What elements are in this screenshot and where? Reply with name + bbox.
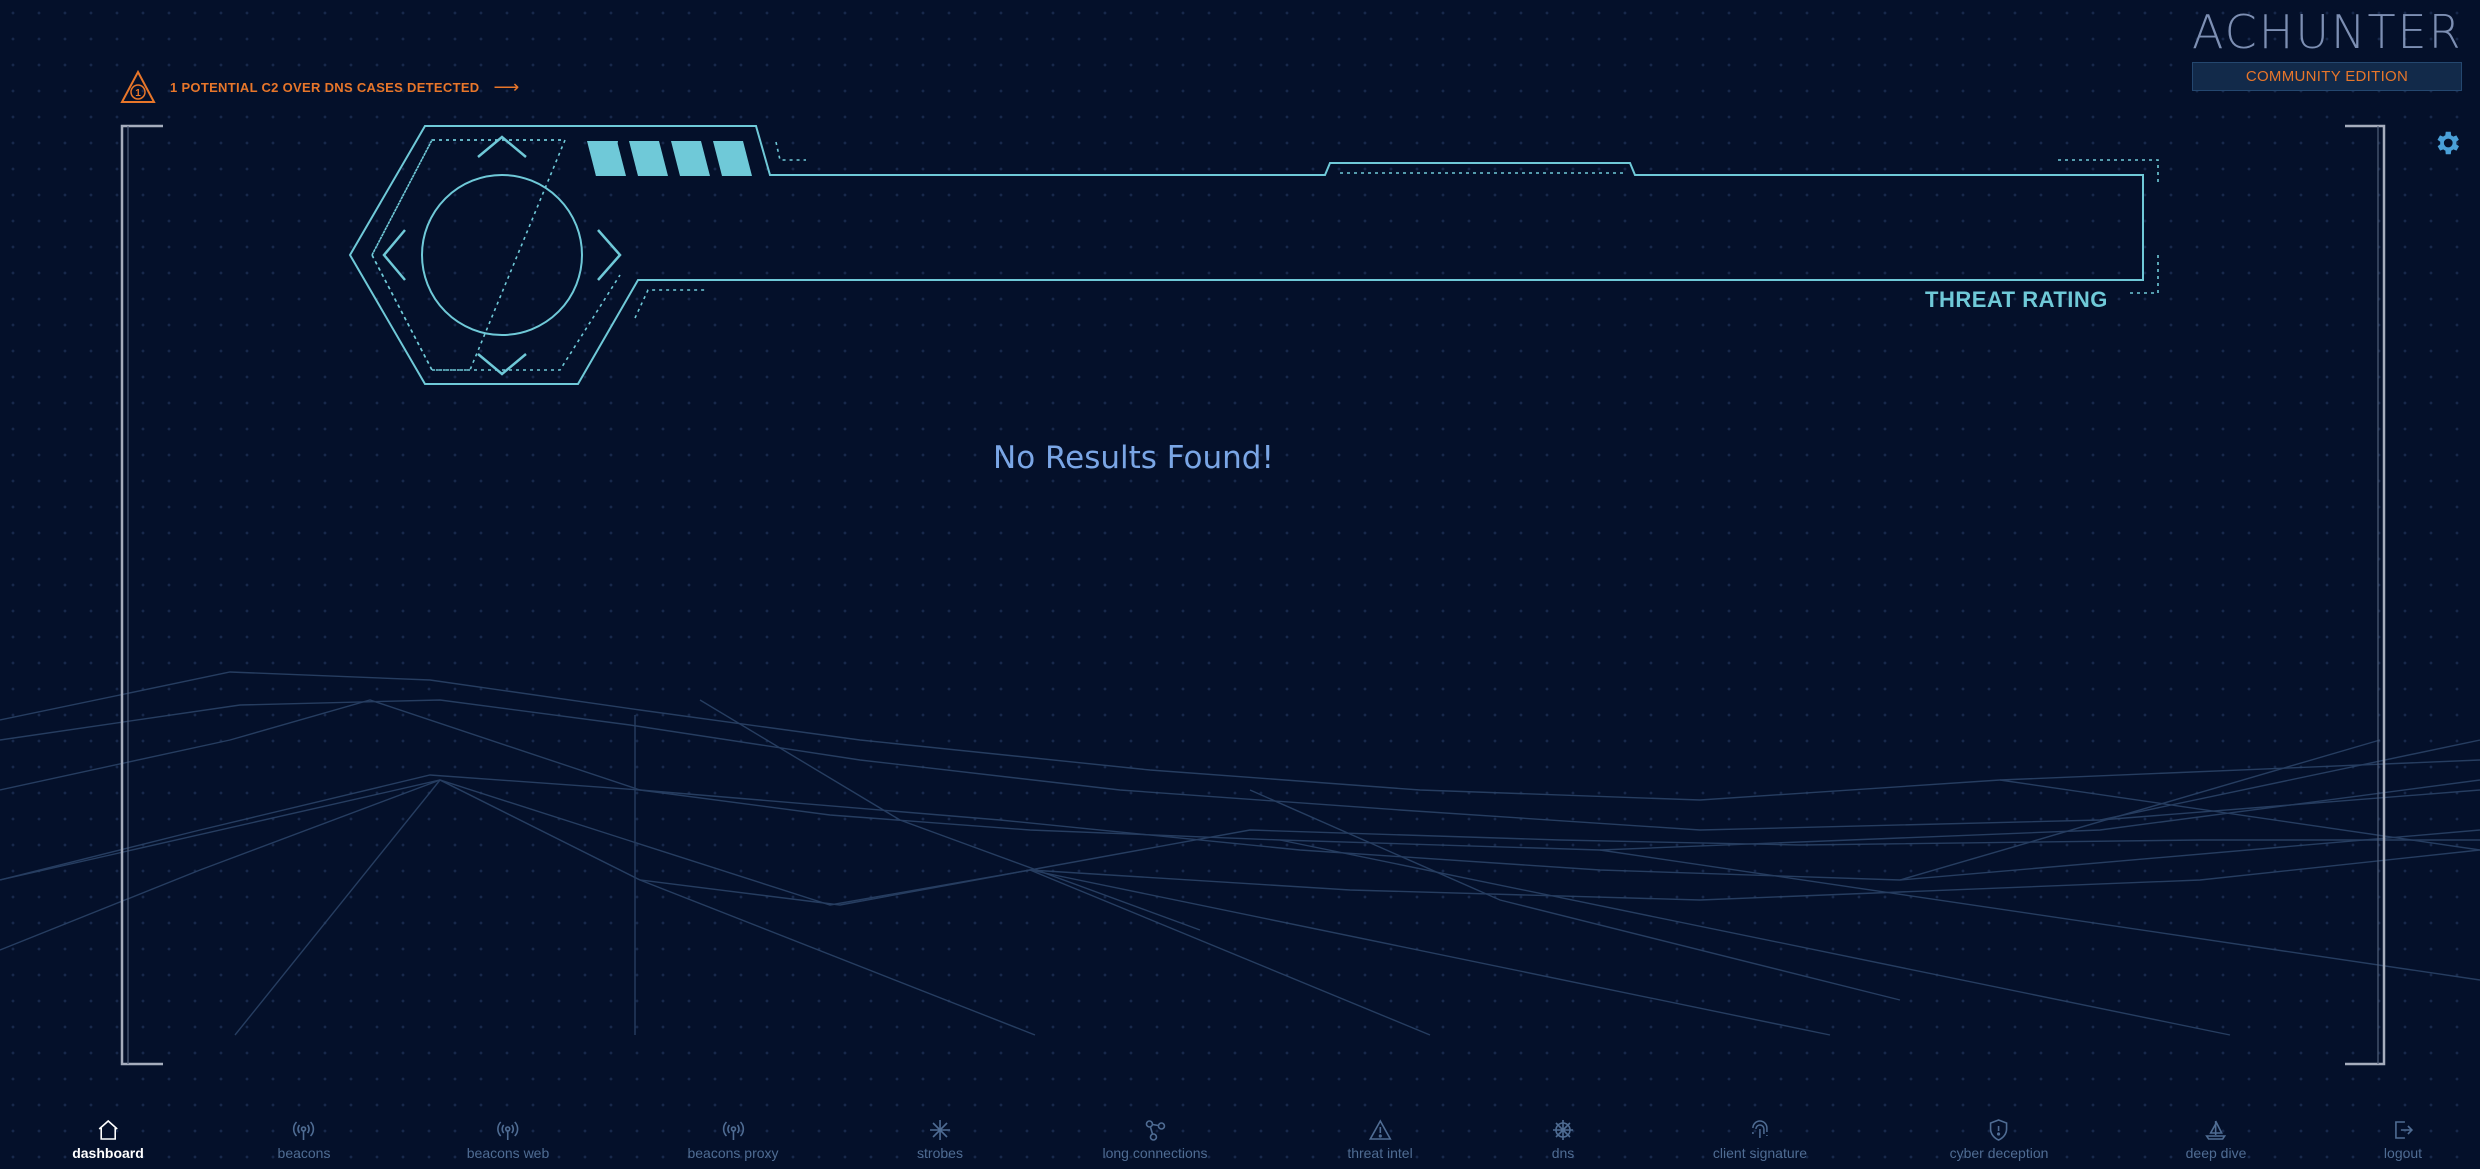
nav-threat-intel[interactable]: threat intel bbox=[1347, 1118, 1413, 1161]
broadcast-icon bbox=[293, 1121, 315, 1140]
logout-icon bbox=[2395, 1121, 2414, 1139]
burst-icon bbox=[929, 1120, 950, 1140]
empty-state-message: No Results Found! bbox=[993, 440, 1274, 476]
nav-client-signature[interactable]: client signature bbox=[1713, 1118, 1807, 1161]
nav-dashboard[interactable]: dashboard bbox=[72, 1118, 144, 1161]
bottom-navigation: dashboard beacons beacons web beacons pr… bbox=[0, 1109, 2480, 1169]
broadcast-icon bbox=[722, 1121, 744, 1140]
network-nodes-icon bbox=[1145, 1120, 1165, 1141]
threat-rating-label: THREAT RATING bbox=[1925, 287, 2108, 312]
nav-beacons-web[interactable]: beacons web bbox=[467, 1118, 549, 1161]
warning-triangle-icon bbox=[1368, 1119, 1392, 1140]
fingerprint-icon bbox=[1752, 1120, 1768, 1138]
nav-dns[interactable]: dns bbox=[1550, 1118, 1576, 1161]
globe-net-icon bbox=[1553, 1120, 1573, 1140]
c2-dns-alert[interactable]: 1 1 POTENTIAL C2 OVER DNS CASES DETECTED… bbox=[120, 70, 519, 104]
nav-beacons-proxy[interactable]: beacons proxy bbox=[687, 1118, 779, 1161]
ac-hunter-logo: AC HUNTER COMMUNITY EDITION bbox=[2192, 8, 2462, 91]
logo-right-text: HUNTER bbox=[2258, 5, 2463, 59]
svg-text:1: 1 bbox=[135, 88, 141, 99]
nav-deep-dive[interactable]: deep dive bbox=[2186, 1118, 2246, 1161]
nav-cyber-deception[interactable]: cyber deception bbox=[1950, 1118, 2048, 1161]
logo-left-text: AC bbox=[2192, 5, 2259, 59]
warning-triangle-icon: 1 bbox=[120, 70, 156, 103]
gear-icon[interactable] bbox=[2432, 128, 2462, 158]
nav-long-connections[interactable]: long connections bbox=[1102, 1118, 1208, 1161]
nav-strobes[interactable]: strobes bbox=[917, 1118, 963, 1161]
threat-rating-panel bbox=[348, 125, 2159, 385]
nav-beacons[interactable]: beacons bbox=[278, 1118, 330, 1161]
shield-icon bbox=[1990, 1119, 2008, 1141]
nav-logout[interactable]: logout bbox=[2384, 1118, 2422, 1161]
edition-badge: COMMUNITY EDITION bbox=[2192, 62, 2462, 91]
sailboat-icon bbox=[2205, 1120, 2227, 1140]
alert-text: 1 POTENTIAL C2 OVER DNS CASES DETECTED bbox=[170, 79, 480, 95]
broadcast-icon bbox=[497, 1121, 519, 1140]
home-icon bbox=[98, 1119, 118, 1140]
arrow-right-icon: ⟶ bbox=[493, 76, 520, 97]
